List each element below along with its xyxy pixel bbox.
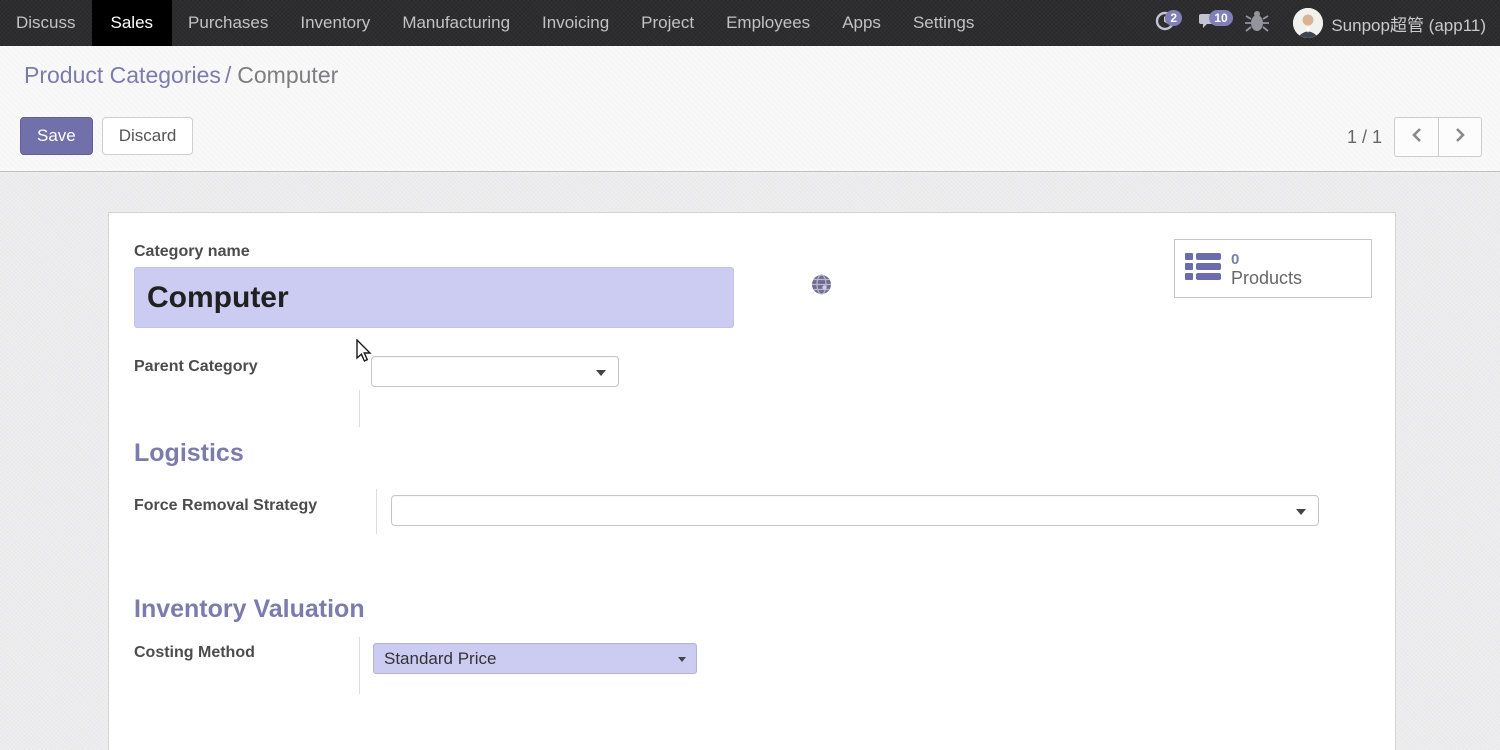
chevron-left-icon xyxy=(1411,127,1423,148)
odoo-backend: Discuss Sales Purchases Inventory Manufa… xyxy=(0,0,1500,750)
force-removal-strategy-label: Force Removal Strategy xyxy=(134,497,317,515)
nav-item-apps[interactable]: Apps xyxy=(826,0,897,46)
nav-item-discuss[interactable]: Discuss xyxy=(0,0,92,46)
field-separator xyxy=(359,390,360,427)
activity-badge: 2 xyxy=(1165,10,1182,26)
nav-item-project[interactable]: Project xyxy=(625,0,710,46)
pager-buttons xyxy=(1394,117,1482,157)
parent-category-select[interactable] xyxy=(371,356,619,387)
products-label: Products xyxy=(1231,269,1302,288)
nav-item-invoicing[interactable]: Invoicing xyxy=(526,0,625,46)
field-separator xyxy=(359,637,360,694)
avatar xyxy=(1293,8,1323,38)
logistics-section-title: Logistics xyxy=(134,439,244,468)
products-count: 0 xyxy=(1231,250,1302,269)
category-name-label: Category name xyxy=(134,243,250,261)
nav-spacer xyxy=(990,0,1147,46)
messages-button[interactable]: 10 xyxy=(1191,0,1231,46)
products-stat-button[interactable]: 0 Products xyxy=(1174,239,1372,298)
costing-method-label: Costing Method xyxy=(134,644,255,662)
caret-down-icon xyxy=(1296,509,1306,515)
messages-badge: 10 xyxy=(1209,10,1232,26)
user-menu[interactable]: Sunpop超管 (app11) xyxy=(1283,8,1492,38)
pager-previous-button[interactable] xyxy=(1394,117,1438,157)
nav-item-inventory[interactable]: Inventory xyxy=(284,0,386,46)
content-area: Category name 0 Products xyxy=(0,173,1500,750)
top-nav: Discuss Sales Purchases Inventory Manufa… xyxy=(0,0,1500,46)
parent-category-label: Parent Category xyxy=(134,358,258,376)
nav-item-employees[interactable]: Employees xyxy=(710,0,826,46)
systray: 2 10 xyxy=(1147,0,1500,46)
nav-item-settings[interactable]: Settings xyxy=(897,0,990,46)
user-name: Sunpop超管 (app11) xyxy=(1331,11,1486,36)
costing-method-value: Standard Price xyxy=(384,649,496,669)
discard-button[interactable]: Discard xyxy=(102,117,194,155)
translate-globe-icon[interactable] xyxy=(811,274,832,300)
chevron-right-icon xyxy=(1454,127,1466,148)
caret-down-icon xyxy=(596,370,606,376)
costing-method-select[interactable]: Standard Price xyxy=(373,643,697,674)
nav-item-purchases[interactable]: Purchases xyxy=(172,0,284,46)
activities-button[interactable]: 2 xyxy=(1147,0,1185,46)
nav-item-sales[interactable]: Sales xyxy=(92,0,173,46)
breadcrumb-product-categories[interactable]: Product Categories xyxy=(24,62,221,88)
breadcrumb-separator: / xyxy=(225,62,231,88)
force-removal-strategy-select[interactable] xyxy=(391,495,1319,526)
form-sheet: Category name 0 Products xyxy=(108,212,1396,750)
category-name-input[interactable] xyxy=(134,267,734,328)
breadcrumb: Product Categories/Computer xyxy=(24,62,338,89)
bug-icon xyxy=(1245,8,1269,39)
pager-next-button[interactable] xyxy=(1438,117,1482,157)
nav-item-manufacturing[interactable]: Manufacturing xyxy=(386,0,526,46)
inventory-valuation-section-title: Inventory Valuation xyxy=(134,595,365,624)
debug-button[interactable] xyxy=(1237,0,1277,46)
save-button[interactable]: Save xyxy=(20,117,93,155)
products-stat-text: 0 Products xyxy=(1231,250,1302,288)
pager: 1 / 1 xyxy=(1347,117,1482,157)
caret-down-icon xyxy=(678,657,686,662)
breadcrumb-current: Computer xyxy=(237,62,338,88)
control-panel: Product Categories/Computer Save Discard… xyxy=(0,46,1500,172)
products-list-icon xyxy=(1185,253,1221,285)
pager-value: 1 / 1 xyxy=(1347,127,1382,148)
field-separator xyxy=(376,489,377,534)
form-buttons: Save Discard xyxy=(20,117,193,155)
